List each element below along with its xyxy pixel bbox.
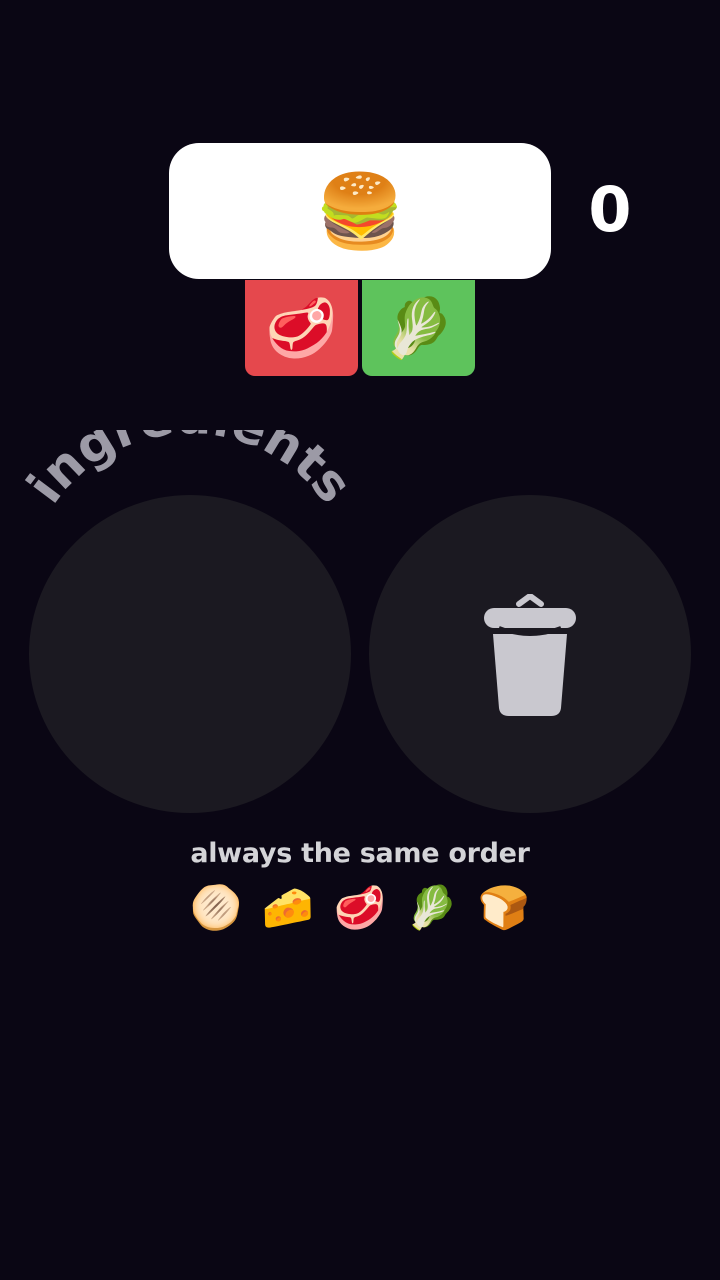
lettuce-icon: 🥬 [382, 294, 455, 362]
ingredients-label: ingredients [16, 430, 363, 514]
burger-icon: 🍔 [315, 169, 405, 253]
score-counter: 0 [588, 173, 632, 246]
svg-text:ingredients: ingredients [16, 430, 363, 514]
ingredients-label-text: ingredients [16, 430, 363, 514]
bun-top-icon: 🍞 [477, 883, 531, 932]
ingredient-sequence: 🫓 🧀 🥩 🥬 🍞 [0, 880, 720, 936]
order-card: 🍔 [169, 143, 551, 279]
slot-lettuce[interactable]: 🥬 [362, 280, 475, 376]
trash-icon[interactable] [481, 594, 579, 718]
steak-icon: 🥩 [265, 294, 338, 362]
lettuce-icon: 🥬 [405, 883, 459, 932]
cheese-icon: 🧀 [261, 883, 315, 932]
slot-steak[interactable]: 🥩 [245, 280, 358, 376]
bun-bottom-icon: 🫓 [189, 883, 243, 932]
hint-text: always the same order [190, 838, 530, 869]
steak-icon: 🥩 [333, 883, 387, 932]
